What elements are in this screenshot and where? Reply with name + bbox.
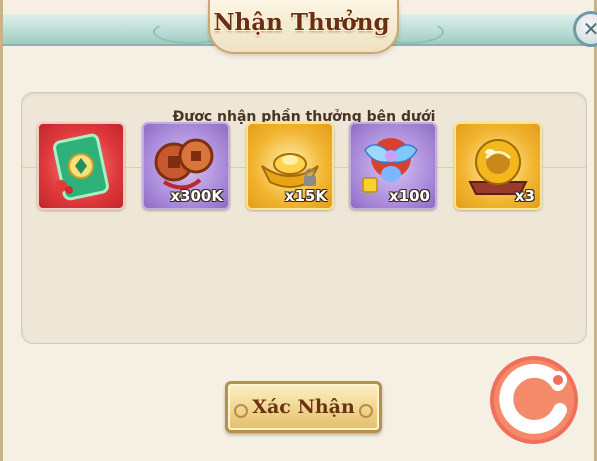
reward-list: x300K x15K x100 x3	[37, 122, 557, 212]
reward-quantity: x100	[389, 187, 430, 205]
button-ornament-right	[359, 404, 373, 418]
reward-quantity: x300K	[170, 187, 223, 205]
confirm-button-label: Xác Nhận	[252, 396, 355, 418]
reward-item[interactable]	[37, 122, 125, 210]
reward-item[interactable]: x100	[349, 122, 437, 210]
reward-quantity: x15K	[284, 187, 327, 205]
reward-item[interactable]: x15K	[246, 122, 334, 210]
reward-item[interactable]: x300K	[142, 122, 230, 210]
green-card-icon	[53, 133, 109, 201]
reward-item[interactable]: x3	[454, 122, 542, 210]
confirm-button[interactable]: Xác Nhận	[225, 381, 382, 433]
close-icon: ✕	[582, 17, 597, 41]
reward-dialog: Nhận Thưởng ✕ Được nhận phần thưởng bên …	[0, 0, 597, 461]
watermark-logo-icon	[490, 356, 578, 444]
reward-quantity: x3	[514, 187, 535, 205]
dialog-title: Nhận Thưởng	[213, 9, 390, 36]
button-ornament-left	[234, 404, 248, 418]
